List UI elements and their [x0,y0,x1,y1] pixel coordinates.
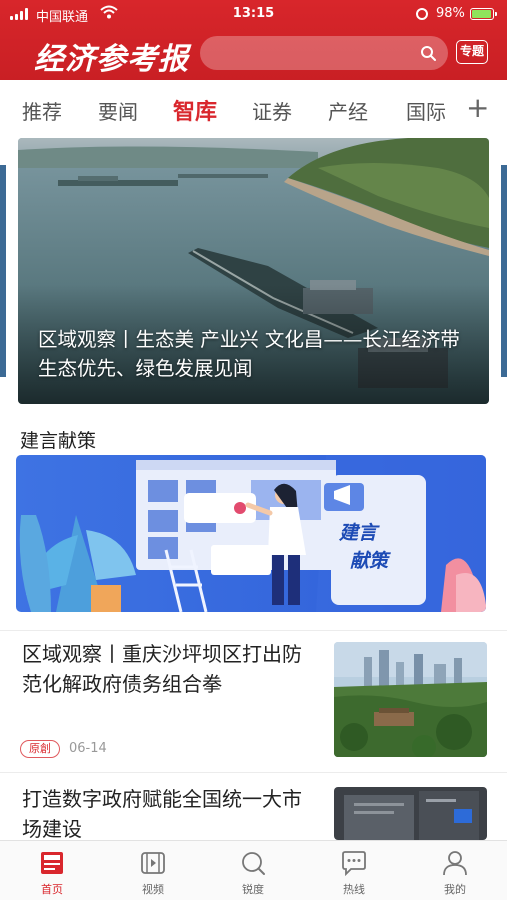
nav-ruidu[interactable]: 锐度 [203,841,303,900]
nav-hotline[interactable]: 热线 [304,841,404,900]
nav-label: 锐度 [242,883,264,896]
nav-label: 我的 [444,883,466,896]
thumbnail-image [334,642,487,757]
article-title[interactable]: 区域观察丨重庆沙坪坝区打出防范化解政府债务组合拳 [22,639,318,699]
battery-percent: 98% [436,6,465,21]
tab-zhengquan[interactable]: 证券 [252,96,292,125]
tab-tuijian[interactable]: 推荐 [22,96,62,125]
section-title: 建言献策 [20,430,97,452]
nav-label: 热线 [343,883,365,896]
article-date: 06-14 [69,741,107,756]
divider [0,630,507,631]
special-topics-button[interactable]: 专题 [456,40,488,64]
advice-banner[interactable]: 建言 献策 [16,455,486,612]
channel-tabs: 推荐 要闻 智库 证券 产经 国际 + [0,80,507,136]
search-icon[interactable] [420,45,436,61]
thumbnail-image [334,787,487,840]
nav-home[interactable]: 首页 [2,841,102,900]
bottom-tab-bar: 首页 视频 锐度 热线 我的 [0,840,507,900]
banner-label-line1: 建言 [339,522,378,544]
nav-profile[interactable]: 我的 [405,841,505,900]
tab-zhiku[interactable]: 智库 [173,94,217,126]
carousel-next-peek [501,165,507,377]
original-badge: 原創 [20,740,60,758]
search-icon [242,852,265,875]
user-icon [443,851,467,876]
battery-icon [470,8,497,20]
divider [0,772,507,773]
banner-illustration [16,455,486,612]
rotation-lock-icon [416,8,428,20]
tab-guoji[interactable]: 国际 [406,96,446,125]
news-icon [41,852,63,874]
video-icon [141,852,165,874]
hero-carousel-slide[interactable]: 区域观察丨生态美 产业兴 文化昌——长江经济带生态优先、绿色发展见闻 [18,138,489,404]
app-logo: 经济参考报 [34,42,189,77]
clock: 13:15 [232,6,275,21]
article-thumbnail[interactable] [334,787,487,840]
chat-icon [342,851,366,877]
article-thumbnail[interactable] [334,642,487,757]
banner-label-line2: 献策 [350,550,389,572]
hero-caption: 区域观察丨生态美 产业兴 文化昌——长江经济带生态优先、绿色发展见闻 [38,328,460,380]
tab-chanjing[interactable]: 产经 [328,96,368,125]
app-header: 中国联通 13:15 98% 经济参考报 专题 [0,0,507,80]
nav-video[interactable]: 视频 [103,841,203,900]
nav-label: 视频 [142,883,164,896]
add-channel-button[interactable]: + [466,94,489,122]
search-input[interactable] [200,36,448,70]
tab-yaowen[interactable]: 要闻 [98,96,138,125]
status-bar: 中国联通 13:15 98% [0,0,507,28]
carousel-prev-peek [0,165,6,377]
article-title[interactable]: 打造数字政府赋能全国统一大市场建设 [22,784,318,844]
nav-label: 首页 [41,883,63,896]
